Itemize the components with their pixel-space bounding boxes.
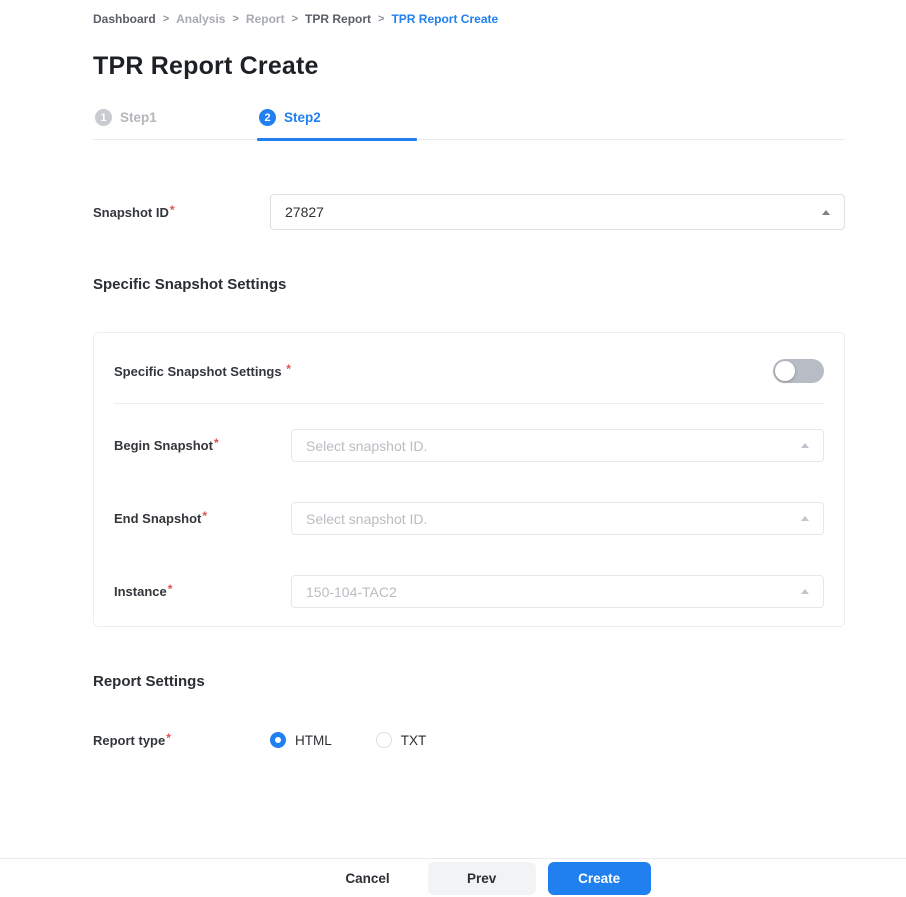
snapshot-id-select[interactable]: 27827 xyxy=(270,194,845,230)
report-settings-heading: Report Settings xyxy=(93,673,845,690)
cancel-button[interactable]: Cancel xyxy=(319,862,415,895)
tab-step1[interactable]: 1 Step1 xyxy=(93,103,257,139)
radio-html-label: HTML xyxy=(295,733,332,748)
end-snapshot-row: End Snapshot* Select snapshot ID. xyxy=(114,502,824,535)
card-divider xyxy=(114,403,824,404)
begin-snapshot-label-text: Begin Snapshot xyxy=(114,438,213,453)
breadcrumb-item-report[interactable]: Report xyxy=(246,12,285,26)
begin-snapshot-placeholder: Select snapshot ID. xyxy=(306,438,801,454)
step-tabs: 1 Step1 2 Step2 xyxy=(93,103,845,140)
breadcrumb-separator: > xyxy=(292,13,298,25)
page-content: Dashboard > Analysis > Report > TPR Repo… xyxy=(0,0,906,748)
instance-label-text: Instance xyxy=(114,584,167,599)
toggle-knob xyxy=(775,361,795,381)
step1-label: Step1 xyxy=(120,110,157,125)
end-snapshot-placeholder: Select snapshot ID. xyxy=(306,511,801,527)
specific-snapshot-settings-card: Specific Snapshot Settings * Begin Snaps… xyxy=(93,332,845,627)
end-snapshot-label: End Snapshot* xyxy=(114,511,291,526)
report-type-label: Report type* xyxy=(93,733,270,748)
radio-html[interactable]: HTML xyxy=(270,732,332,748)
breadcrumb: Dashboard > Analysis > Report > TPR Repo… xyxy=(93,12,845,26)
step1-number-badge: 1 xyxy=(95,109,112,126)
breadcrumb-item-tpr-report[interactable]: TPR Report xyxy=(305,12,371,26)
radio-txt-label: TXT xyxy=(401,733,427,748)
caret-up-icon xyxy=(801,516,809,521)
page-title: TPR Report Create xyxy=(93,52,845,81)
snapshot-id-label-text: Snapshot ID xyxy=(93,205,169,220)
begin-snapshot-row: Begin Snapshot* Select snapshot ID. xyxy=(114,429,824,462)
radio-txt[interactable]: TXT xyxy=(376,732,427,748)
radio-selected-icon xyxy=(270,732,286,748)
instance-value: 150-104-TAC2 xyxy=(306,584,801,600)
required-asterisk: * xyxy=(214,436,219,450)
breadcrumb-item-analysis[interactable]: Analysis xyxy=(176,12,225,26)
required-asterisk: * xyxy=(166,731,171,745)
instance-select: 150-104-TAC2 xyxy=(291,575,824,608)
step2-label: Step2 xyxy=(284,110,321,125)
step2-number-badge: 2 xyxy=(259,109,276,126)
specific-settings-toggle-row: Specific Snapshot Settings * xyxy=(114,359,824,383)
breadcrumb-item-current: TPR Report Create xyxy=(391,12,498,26)
breadcrumb-item-dashboard[interactable]: Dashboard xyxy=(93,12,156,26)
radio-unselected-icon xyxy=(376,732,392,748)
required-asterisk: * xyxy=(202,509,207,523)
prev-button[interactable]: Prev xyxy=(428,862,536,895)
footer-action-bar: Cancel Prev Create xyxy=(0,858,906,897)
caret-up-icon xyxy=(822,210,830,215)
caret-up-icon xyxy=(801,589,809,594)
end-snapshot-select: Select snapshot ID. xyxy=(291,502,824,535)
breadcrumb-separator: > xyxy=(378,13,384,25)
required-asterisk: * xyxy=(168,582,173,596)
breadcrumb-separator: > xyxy=(232,13,238,25)
snapshot-id-row: Snapshot ID* 27827 xyxy=(93,194,845,230)
specific-settings-toggle-label-text: Specific Snapshot Settings xyxy=(114,364,282,379)
required-asterisk: * xyxy=(286,362,291,376)
snapshot-id-label: Snapshot ID* xyxy=(93,205,270,220)
begin-snapshot-label: Begin Snapshot* xyxy=(114,438,291,453)
create-button[interactable]: Create xyxy=(548,862,651,895)
required-asterisk: * xyxy=(170,203,175,217)
report-type-row: Report type* HTML TXT xyxy=(93,732,845,748)
specific-snapshot-settings-heading: Specific Snapshot Settings xyxy=(93,276,845,293)
instance-label: Instance* xyxy=(114,584,291,599)
instance-row: Instance* 150-104-TAC2 xyxy=(114,575,824,608)
specific-settings-toggle[interactable] xyxy=(773,359,824,383)
breadcrumb-separator: > xyxy=(163,13,169,25)
begin-snapshot-select: Select snapshot ID. xyxy=(291,429,824,462)
tab-step2[interactable]: 2 Step2 xyxy=(257,103,421,139)
end-snapshot-label-text: End Snapshot xyxy=(114,511,201,526)
report-type-radio-group: HTML TXT xyxy=(270,732,426,748)
caret-up-icon xyxy=(801,443,809,448)
snapshot-id-value: 27827 xyxy=(285,204,822,220)
specific-settings-toggle-label: Specific Snapshot Settings * xyxy=(114,364,291,379)
report-type-label-text: Report type xyxy=(93,733,165,748)
